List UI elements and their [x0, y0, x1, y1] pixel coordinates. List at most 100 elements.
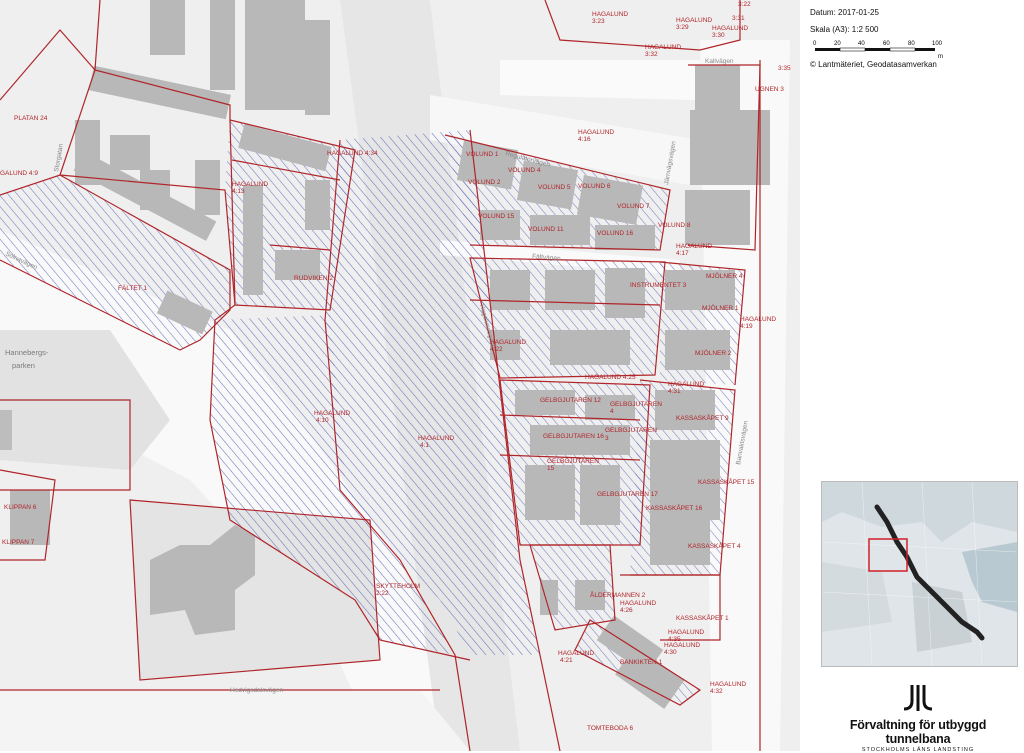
- scale-tick-80: 80: [908, 41, 915, 47]
- label-hagalund-3-30: HAGALUND: [712, 25, 748, 32]
- label-hagalund-4-30-num: 4:30: [664, 649, 677, 656]
- label-volund-6: VOLUND 6: [578, 183, 611, 190]
- label-hagalund-4-30: HAGALUND: [664, 642, 700, 649]
- overview-inset-map: [821, 481, 1018, 667]
- label-hagalund-4-32: HAGALUND: [710, 681, 746, 688]
- label-faltet-1: FÄLTET 1: [118, 284, 147, 292]
- label-hagalund-4-13: HAGALUND: [232, 181, 268, 188]
- label-volund-2: VOLUND 2: [468, 179, 501, 186]
- label-volund-1: VOLUND 1: [466, 151, 499, 158]
- label-skyttenolm-2-22: SKYTTEHOLM: [376, 583, 420, 590]
- logo-title: Förvaltning för utbyggd tunnelbana: [849, 718, 987, 746]
- label-hagalund-4-31: HAGALUND: [668, 381, 704, 388]
- label-kassaskapet-1: KASSASKÅPET 1: [676, 613, 729, 622]
- logo-subtitle: STOCKHOLMS LÄNS LANDSTING: [861, 747, 975, 753]
- label-hagalund-4-17-num: 4:17: [676, 250, 689, 257]
- label-hagalund-4-19-num: 4:19: [740, 323, 753, 330]
- label-hagalund-4-10-num: 4:10: [316, 417, 329, 424]
- label-hagalund-4-1: HAGALUND: [418, 435, 454, 442]
- label-tomteboda-6: TOMTEBODA 6: [587, 725, 633, 732]
- label-hagalund-4-35: HAGALUND: [668, 629, 704, 636]
- map-copyright: © Lantmäteriet, Geodatasamverkan: [810, 60, 937, 69]
- label-hagalund-4-10: HAGALUND: [314, 410, 350, 417]
- label-hagalund-3-29-num: 3:29: [676, 24, 689, 31]
- label-mjolner-1: MJÖLNER 1: [702, 304, 739, 312]
- label-volund-7: VOLUND 7: [617, 203, 650, 210]
- label-hagalund-4-21-num: 4:21: [560, 657, 573, 664]
- label-rudviken-2: RUDVIKEN 2: [294, 275, 333, 282]
- label-hagalund-4-25: HAGALUND 4:25: [585, 374, 636, 381]
- label-gelbgjutaren-15-num: 15: [547, 465, 555, 472]
- label-gelbgjutaren-5: GELBGJUTAREN: [605, 427, 657, 434]
- scale-tick-40: 40: [858, 41, 865, 47]
- label-platan-24: PLATAN 24: [14, 115, 48, 122]
- label-hagalund-4-31-num: 4:31: [668, 388, 681, 395]
- label-gelbgjutaren-16: GELBGJUTAREN 16: [543, 433, 604, 440]
- label-hagalund-3-32-num: 3:32: [645, 51, 658, 58]
- map-legend: Datum: 2017-01-25 Skala (A3): 1:2 500 0 …: [810, 8, 1015, 77]
- label-volund-4: VOLUND 4: [508, 167, 541, 174]
- label-hagalund-3-30-num: 3:30: [712, 32, 725, 39]
- property-map[interactable]: Kallvägen Regulatorvägen Järnvägsvägen F…: [0, 0, 800, 751]
- map-scale: Skala (A3): 1:2 500: [810, 25, 879, 34]
- park-hannebergs-2: parken: [12, 361, 35, 370]
- label-gelbgjutaren-17: GELBGJUTAREN 17: [597, 491, 658, 498]
- label-klippan-6: KLIPPAN 6: [4, 504, 37, 511]
- label-gelbgjutaren-15: GELBGJUTAREN: [547, 458, 599, 465]
- label-gelbgjutaren-4-num: 4: [610, 408, 614, 415]
- organization-logo: Förvaltning för utbyggd tunnelbana STOCK…: [818, 683, 1018, 753]
- label-hagalund-3-29: HAGALUND: [676, 17, 712, 24]
- street-hedvigsdalsvagen: Hedvigsdalsvägen: [230, 687, 284, 694]
- street-storgatan: Storgatan: [53, 143, 65, 172]
- label-mjolner-4: MJÖLNER 4: [706, 272, 743, 280]
- label-kassaskapet-9: KASSASKÅPET 9: [676, 413, 729, 422]
- map-date: Datum: 2017-01-25: [810, 8, 879, 17]
- logo-icon: [903, 685, 933, 711]
- label-hagalund-4-13-num: 4:13: [232, 188, 245, 195]
- label-hagalund-4-32-num: 4:32: [710, 688, 723, 695]
- street-kallvagen: Kallvägen: [705, 58, 734, 65]
- label-kassaskapet-15: KASSASKÅPET 15: [698, 477, 755, 486]
- inset-canvas: [822, 482, 1017, 666]
- label-hagalund-4-22: HAGALUND: [490, 339, 526, 346]
- label-aldermannen-2: ÅLDERMANNEN 2: [590, 590, 646, 599]
- scale-unit: m: [938, 54, 943, 60]
- scale-tick-20: 20: [834, 41, 841, 47]
- label-hagalund-3-35: 3:35: [778, 65, 791, 72]
- label-hagalund-4-16: HAGALUND: [578, 129, 614, 136]
- label-instrumentet-3: INSTRUMENTET 3: [630, 282, 687, 289]
- label-hagalund-4-1-num: 4:1: [420, 442, 429, 449]
- scale-bar: 0 20 40 60 80 100 m: [813, 41, 943, 60]
- label-skyttenolm-2-22-num: 2:22: [376, 590, 389, 597]
- label-kassaskapet-4: KASSASKÅPET 4: [688, 541, 741, 550]
- label-hagalund-3-32: HAGALUND: [645, 44, 681, 51]
- label-volund-15: VOLUND 15: [478, 213, 515, 220]
- label-mjolner-2: MJÖLNER 2: [695, 349, 732, 357]
- label-hagalund-4-9: GALUND 4:9: [0, 170, 38, 177]
- label-hagalund-3-23: HAGALUND: [592, 11, 628, 18]
- label-gelbgjutaren-3: 3: [605, 435, 609, 442]
- label-hagalund-4-16-num: 4:16: [578, 136, 591, 143]
- park-hannebergs: Hannebergs-: [5, 348, 49, 357]
- label-ugnen-3: UGNEN 3: [755, 86, 784, 93]
- label-gelbgjutaren-4: GELBGJUTAREN: [610, 401, 662, 408]
- scale-tick-0: 0: [813, 41, 817, 47]
- label-bankiren-1: BANKIKTEN 1: [620, 659, 663, 666]
- label-volund-5: VOLUND 5: [538, 184, 571, 191]
- label-gelbgjutaren-12: GELBGJUTAREN 12: [540, 397, 601, 404]
- label-hagalund-4-21: HAGALUND: [558, 650, 594, 657]
- label-hagalund-4-26: HAGALUND: [620, 600, 656, 607]
- label-hagalund-4-17: HAGALUND: [676, 243, 712, 250]
- label-volund-11: VOLUND 11: [528, 226, 564, 233]
- scale-tick-60: 60: [883, 41, 890, 47]
- scale-tick-100: 100: [932, 41, 943, 47]
- label-volund-8: VOLUND 8: [658, 222, 691, 229]
- label-hagalund-4-34: HAGALUND 4:34: [327, 150, 378, 157]
- label-klippan-7: KLIPPAN 7: [2, 539, 35, 546]
- map-canvas: Kallvägen Regulatorvägen Järnvägsvägen F…: [0, 0, 791, 751]
- label-hagalund-4-22-num: 4:22: [490, 346, 503, 353]
- label-hagalund-3-23-num: 3:23: [592, 18, 605, 25]
- label-volund-16: VOLUND 16: [597, 230, 634, 237]
- label-hagalund-4-26-num: 4:26: [620, 607, 633, 614]
- label-hagalund-3-22: 3:22: [738, 1, 751, 8]
